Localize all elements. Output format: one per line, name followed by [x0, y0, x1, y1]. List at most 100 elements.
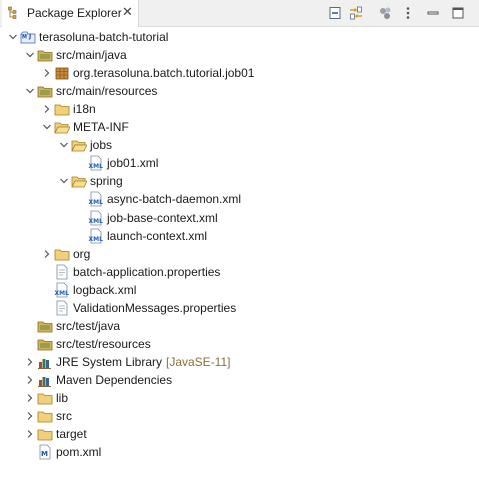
tree-item[interactable]: Mpom.xml: [0, 443, 479, 461]
tree-item-label: spring: [90, 174, 123, 189]
tree-item[interactable]: ValidationMessages.properties: [0, 299, 479, 317]
library-icon: [38, 358, 51, 369]
tree-item[interactable]: spring: [0, 172, 479, 190]
tree-item[interactable]: src: [0, 407, 479, 425]
svg-text:M: M: [41, 450, 48, 458]
tree-item-label: target: [56, 427, 87, 442]
chevron-right-icon[interactable]: [25, 429, 35, 439]
chevron-down-icon[interactable]: [42, 122, 52, 132]
tree-item-label: org.terasoluna.batch.tutorial.job01: [73, 66, 255, 81]
tree-item[interactable]: META-INF: [0, 118, 479, 136]
chevron-down-icon[interactable]: [25, 50, 35, 60]
folder-icon: [37, 411, 53, 423]
tree-item-label: JRE System Library: [56, 354, 163, 369]
tree-item-label: META-INF: [73, 120, 129, 135]
tree-item[interactable]: batch-application.properties: [0, 263, 479, 281]
svg-text:XML: XML: [89, 163, 104, 170]
tree-item-label: job-base-context.xml: [107, 210, 218, 225]
svg-text:J: J: [28, 33, 31, 40]
tree-item[interactable]: JRE System Library [JavaSE-11]: [0, 353, 479, 371]
folder-icon: [37, 429, 53, 441]
tree-item[interactable]: Maven Dependencies: [0, 371, 479, 389]
folder-open-icon: [71, 140, 87, 152]
svg-text:XML: XML: [89, 218, 104, 225]
chevron-right-icon[interactable]: [25, 357, 35, 367]
tree-item-label: lib: [56, 391, 69, 405]
properties-file-icon: [56, 300, 68, 316]
tree-item[interactable]: XML job01.xml: [0, 154, 479, 172]
chevron-right-icon[interactable]: [25, 375, 35, 385]
svg-text:XML: XML: [89, 236, 104, 243]
tree-item[interactable]: M Jterasoluna-batch-tutorial: [0, 28, 479, 46]
chevron-right-icon[interactable]: [25, 393, 35, 403]
chevron-right-icon[interactable]: [42, 104, 52, 114]
tree-item-label: ValidationMessages.properties: [73, 300, 237, 315]
collapse-all-icon[interactable]: [327, 5, 343, 21]
tree-item-label: src/test/resources: [56, 336, 151, 351]
tree-item[interactable]: XML job-base-context.xml: [0, 209, 479, 227]
svg-text:M: M: [22, 35, 27, 41]
tree-item-label: pom.xml: [56, 445, 102, 460]
close-icon[interactable]: ✕: [122, 5, 133, 19]
select-working-set-icon[interactable]: [378, 5, 394, 21]
tree-item[interactable]: src/main/resources: [0, 82, 479, 100]
source-folder-icon: [37, 339, 53, 351]
properties-file-icon: [56, 264, 68, 280]
tree-item-label: logback.xml: [73, 282, 137, 297]
tree-item[interactable]: target: [0, 425, 479, 443]
folder-icon: [54, 104, 70, 116]
tree-item-label: org: [73, 246, 91, 261]
folder-open-icon: [71, 176, 87, 188]
xml-file-icon: XML: [89, 210, 104, 225]
chevron-right-icon[interactable]: [42, 249, 52, 259]
tree-item-label: async-batch-daemon.xml: [107, 192, 242, 207]
tree-item[interactable]: XML logback.xml: [0, 281, 479, 299]
view-menu-icon[interactable]: [400, 5, 416, 21]
svg-text:XML: XML: [55, 290, 70, 297]
maven-project-icon: MJ: [20, 31, 36, 44]
source-folder-icon: [37, 321, 53, 333]
tree-item[interactable]: XML async-batch-daemon.xml: [0, 190, 479, 208]
tree-item-label: src: [56, 409, 72, 424]
tree-item-label: src/main/resources: [56, 84, 158, 99]
folder-open-icon: [54, 122, 70, 134]
tree-item-label: job01.xml: [107, 156, 159, 171]
tree-item[interactable]: org: [0, 245, 479, 263]
tree-item-label: launch-context.xml: [107, 228, 208, 243]
chevron-right-icon[interactable]: [42, 68, 52, 78]
chevron-down-icon[interactable]: [8, 32, 18, 42]
tree-item[interactable]: i18n: [0, 100, 479, 118]
minimize-icon[interactable]: [425, 5, 441, 21]
tree-item-label: Maven Dependencies: [56, 372, 173, 387]
tree-item-label: batch-application.properties: [73, 264, 221, 279]
tree-item-label: i18n: [73, 102, 96, 117]
tab-package-explorer[interactable]: Package Explorer ✕: [2, 0, 139, 27]
xml-file-icon: XML: [89, 228, 104, 243]
xml-file-icon: XML: [55, 282, 70, 298]
library-icon: [38, 376, 51, 387]
chevron-down-icon[interactable]: [25, 86, 35, 96]
maximize-icon[interactable]: [450, 5, 466, 21]
chevron-down-icon[interactable]: [59, 140, 69, 150]
tree-item[interactable]: XML launch-context.xml: [0, 227, 479, 245]
svg-text:XML: XML: [89, 199, 104, 206]
folder-icon: [37, 393, 53, 405]
tree-item-label: jobs: [90, 138, 113, 153]
chevron-down-icon[interactable]: [59, 176, 69, 186]
folder-icon: [54, 249, 70, 260]
chevron-right-icon[interactable]: [25, 411, 35, 421]
link-with-editor-icon[interactable]: [348, 5, 364, 21]
tree-item[interactable]: jobs: [0, 136, 479, 154]
xml-file-icon: XML: [89, 192, 104, 207]
view-tab-bar: Package Explorer ✕: [0, 0, 479, 27]
tree-item-label: src/test/java: [56, 318, 121, 333]
tree-item[interactable]: src/main/java: [0, 46, 479, 64]
package-explorer-icon: [8, 6, 17, 19]
tree-item[interactable]: lib: [0, 389, 479, 407]
package-icon: [55, 67, 69, 80]
tree-item[interactable]: org.terasoluna.batch.tutorial.job01: [0, 64, 479, 82]
xml-file-icon: XML: [89, 155, 104, 171]
tree-item[interactable]: src/test/resources: [0, 335, 479, 353]
maven-pom-icon: M: [39, 444, 51, 460]
tree-item[interactable]: src/test/java: [0, 317, 479, 335]
